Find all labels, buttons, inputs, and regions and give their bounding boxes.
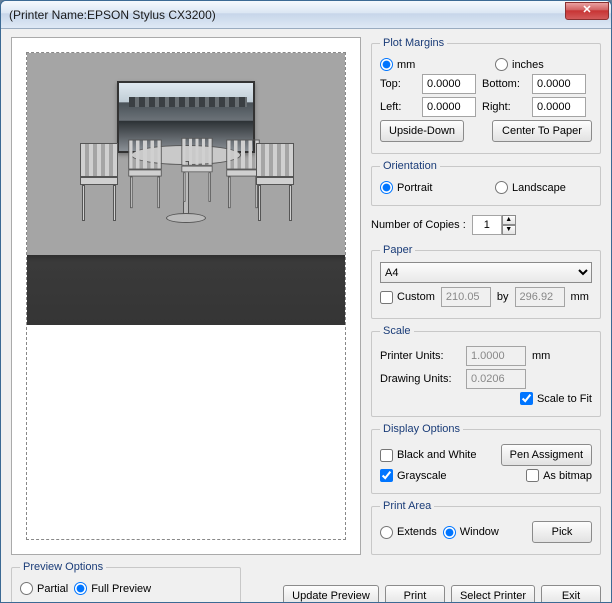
drawing-units-label: Drawing Units: xyxy=(380,373,460,385)
titlebar[interactable]: (Printer Name:EPSON Stylus CX3200) ✕ xyxy=(1,1,611,29)
paper-height-input xyxy=(515,287,565,307)
scale-to-fit-checkbox[interactable]: Scale to Fit xyxy=(520,392,592,405)
bottom-label: Bottom: xyxy=(482,78,526,90)
plot-margins-group: Plot Margins mm inches Top: Bottom: Left… xyxy=(371,37,601,154)
printer-units-label: Printer Units: xyxy=(380,350,460,362)
as-bitmap-checkbox[interactable]: As bitmap xyxy=(526,469,592,482)
plot-margins-legend: Plot Margins xyxy=(380,37,447,49)
print-area-group: Print Area Extends Window Pick xyxy=(371,500,601,555)
preview-pane xyxy=(11,37,361,555)
paper-legend: Paper xyxy=(380,244,415,256)
paper-group: Paper A4 Custom by mm xyxy=(371,244,601,319)
print-area-legend: Print Area xyxy=(380,500,434,512)
left-label: Left: xyxy=(380,101,416,113)
paper-by-label: by xyxy=(497,291,509,303)
copies-up[interactable]: ▲ xyxy=(502,215,516,225)
full-preview-radio[interactable]: Full Preview xyxy=(74,582,151,595)
orientation-group: Orientation Portrait Landscape xyxy=(371,160,601,206)
portrait-radio[interactable]: Portrait xyxy=(380,181,477,194)
select-printer-button[interactable]: Select Printer xyxy=(451,585,535,603)
margin-top-input[interactable] xyxy=(422,74,476,94)
exit-button[interactable]: Exit xyxy=(541,585,601,603)
scale-unit-label: mm xyxy=(532,350,550,362)
unit-inches-radio[interactable]: inches xyxy=(495,58,592,71)
display-options-legend: Display Options xyxy=(380,423,463,435)
paper-width-input xyxy=(441,287,491,307)
scale-group: Scale Printer Units: mm Drawing Units: S… xyxy=(371,325,601,417)
preview-options-group: Preview Options Partial Full Preview xyxy=(11,561,241,603)
window-title: (Printer Name:EPSON Stylus CX3200) xyxy=(9,8,565,22)
margin-right-input[interactable] xyxy=(532,97,586,117)
upside-down-button[interactable]: Upside-Down xyxy=(380,120,464,142)
copies-input[interactable] xyxy=(472,215,502,235)
copies-label: Number of Copies : xyxy=(371,219,466,231)
paper-select[interactable]: A4 xyxy=(380,262,592,283)
preview-options-legend: Preview Options xyxy=(20,561,106,573)
furniture-group xyxy=(86,111,286,231)
margin-left-input[interactable] xyxy=(422,97,476,117)
custom-paper-checkbox[interactable]: Custom xyxy=(380,291,435,304)
right-label: Right: xyxy=(482,101,526,113)
update-preview-button[interactable]: Update Preview xyxy=(283,585,379,603)
close-icon: ✕ xyxy=(582,4,591,16)
grayscale-checkbox[interactable]: Grayscale xyxy=(380,469,520,482)
display-options-group: Display Options Black and White Pen Assi… xyxy=(371,423,601,494)
center-to-paper-button[interactable]: Center To Paper xyxy=(492,120,592,142)
pick-button[interactable]: Pick xyxy=(532,521,592,543)
margin-bottom-input[interactable] xyxy=(532,74,586,94)
printer-units-input xyxy=(466,346,526,366)
extends-radio[interactable]: Extends xyxy=(380,526,437,539)
page-outline xyxy=(26,52,346,540)
copies-down[interactable]: ▼ xyxy=(502,225,516,235)
paper-unit-label: mm xyxy=(571,291,589,303)
unit-mm-radio[interactable]: mm xyxy=(380,58,477,71)
pen-assignment-button[interactable]: Pen Assigment xyxy=(501,444,592,466)
window-radio[interactable]: Window xyxy=(443,526,499,539)
print-button[interactable]: Print xyxy=(385,585,445,603)
orientation-legend: Orientation xyxy=(380,160,440,172)
landscape-radio[interactable]: Landscape xyxy=(495,181,592,194)
scale-legend: Scale xyxy=(380,325,414,337)
drawing-units-input xyxy=(466,369,526,389)
top-label: Top: xyxy=(380,78,416,90)
close-button[interactable]: ✕ xyxy=(565,2,609,20)
bw-checkbox[interactable]: Black and White xyxy=(380,449,495,462)
partial-radio[interactable]: Partial xyxy=(20,582,68,595)
